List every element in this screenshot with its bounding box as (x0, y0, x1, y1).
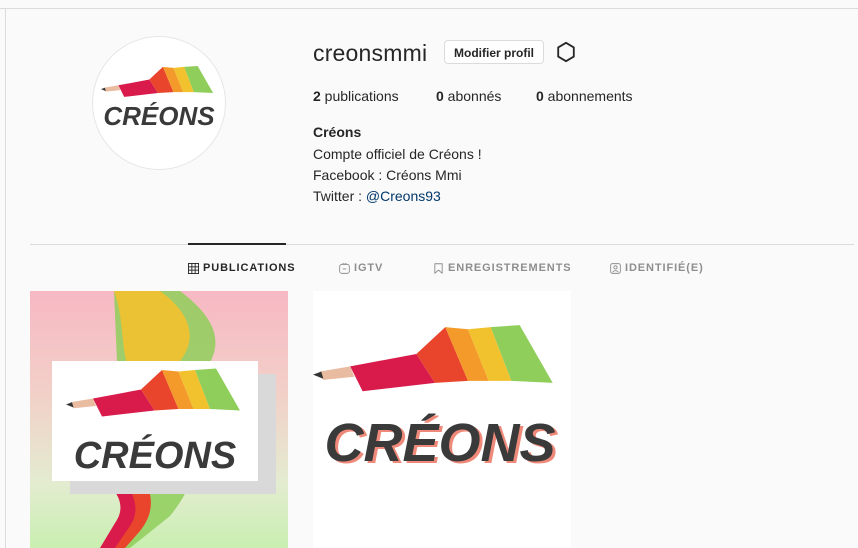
post-thumbnail[interactable]: CRÉONS CRÉONS (313, 291, 571, 548)
tab-publications[interactable]: PUBLICATIONS (188, 262, 295, 274)
username: creonsmmi (313, 40, 428, 66)
top-divider (0, 8, 858, 9)
post-image: CRÉONS (52, 291, 276, 548)
posts-stat[interactable]: 2 publications (313, 88, 399, 104)
followers-stat[interactable]: 0 abonnés (436, 88, 501, 104)
edit-profile-button[interactable]: Modifier profil (444, 40, 544, 64)
settings-icon[interactable] (555, 41, 577, 63)
profile-page: CRÉONS creonsmmi Modifier profil 2 publi… (0, 0, 858, 548)
twitter-link[interactable]: @Creons93 (366, 188, 441, 204)
following-stat[interactable]: 0 abonnements (536, 88, 633, 104)
bookmark-icon (434, 262, 443, 274)
avatar[interactable]: CRÉONS (92, 36, 226, 170)
post-thumbnail[interactable]: CRÉONS (30, 291, 288, 548)
post-image: CRÉONS CRÉONS (313, 325, 559, 475)
bio-line-1: Compte officiel de Créons ! (313, 146, 482, 162)
bio-name: Créons (313, 124, 362, 140)
active-tab-indicator (188, 243, 286, 245)
left-divider (5, 8, 6, 548)
grid-icon (188, 262, 199, 274)
creons-logo-icon: CRÉONS (101, 65, 215, 131)
tab-saved[interactable]: ENREGISTREMENTS (433, 262, 572, 274)
tabs-divider (30, 244, 854, 245)
tagged-icon (610, 262, 621, 274)
tab-tagged[interactable]: IDENTIFIÉ(E) (610, 262, 704, 274)
bio-line-2: Facebook : Créons Mmi (313, 167, 462, 183)
logo-text: CRÉONS (103, 101, 215, 131)
bio-line-3: Twitter : @Creons93 (313, 188, 441, 204)
igtv-icon (339, 262, 350, 274)
tab-igtv[interactable]: IGTV (339, 262, 383, 274)
post-1-logo-text: CRÉONS (74, 433, 237, 477)
post-2-logo-text: CRÉONS (324, 413, 555, 473)
